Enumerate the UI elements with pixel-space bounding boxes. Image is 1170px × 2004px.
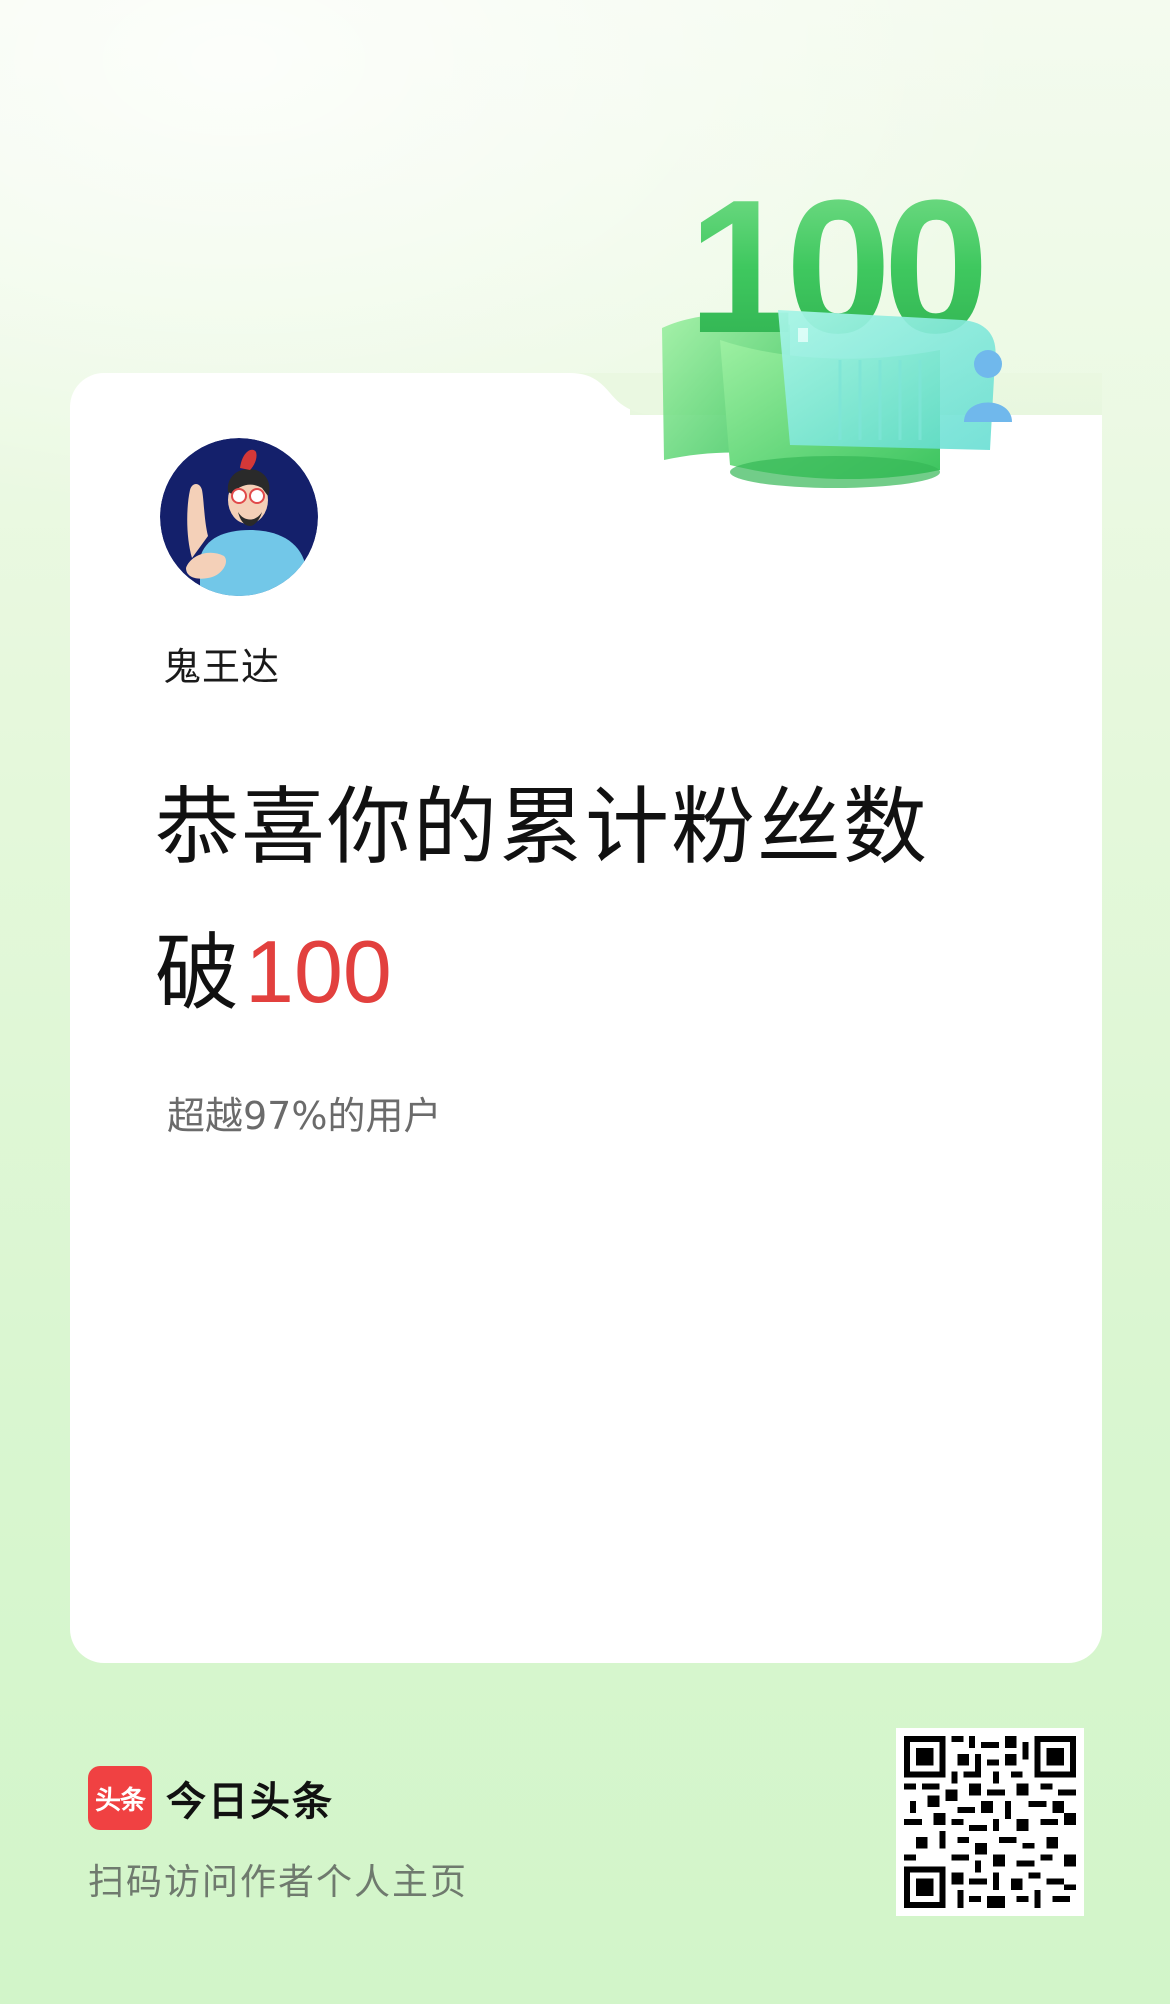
qr-code-icon[interactable] bbox=[896, 1728, 1084, 1916]
headline-line2: 破100 bbox=[155, 928, 392, 1016]
username: 鬼王达 bbox=[163, 645, 281, 689]
user-avatar[interactable] bbox=[160, 438, 318, 596]
headline-prefix: 破 bbox=[155, 924, 240, 1022]
surpass-text: 超越97%的用户 bbox=[167, 1094, 442, 1138]
headline-line1: 恭喜你的累计粉丝数 bbox=[155, 778, 930, 876]
toutiao-logo-icon: 头条 bbox=[88, 1766, 152, 1830]
milestone-badge-icon: 100 bbox=[640, 160, 1020, 500]
app-name: 今日头条 bbox=[166, 1779, 334, 1825]
scan-hint: 扫码访问作者个人主页 bbox=[88, 1862, 469, 1903]
follower-count: 100 bbox=[245, 922, 392, 1021]
brand: 头条 今日头条 bbox=[88, 1766, 334, 1830]
